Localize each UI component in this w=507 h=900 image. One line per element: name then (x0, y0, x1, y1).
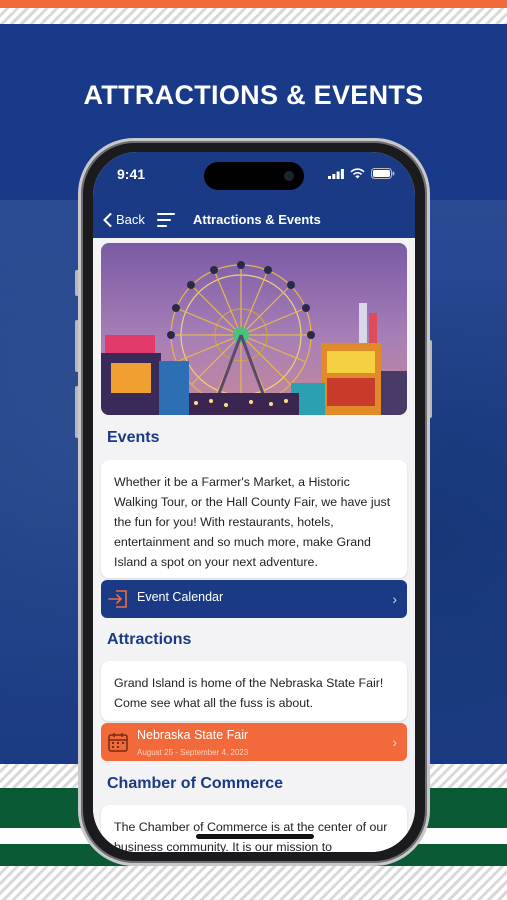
calendar-icon (108, 733, 128, 752)
chamber-card: The Chamber of Commerce is at the center… (101, 805, 407, 852)
top-orange-stripe (0, 0, 507, 8)
attractions-title: Attractions (107, 631, 192, 648)
phone-screen: 9:41 Back Attractions & Events Events Wh… (93, 152, 415, 852)
status-icons (328, 168, 395, 179)
chevron-right-icon: › (392, 734, 397, 750)
top-hatch-pattern (0, 8, 507, 24)
home-indicator[interactable] (196, 834, 314, 839)
chevron-right-icon: › (392, 591, 397, 607)
signal-icon (328, 168, 344, 179)
bottom-hatch-pattern-2 (0, 866, 507, 900)
content-scroll-area[interactable]: Events Whether it be a Farmer's Market, … (93, 238, 415, 852)
nebraska-state-fair-button[interactable]: Nebraska State Fair August 25 - Septembe… (101, 723, 407, 761)
page-headline: ATTRACTIONS & EVENTS (83, 80, 424, 110)
back-button[interactable]: Back (103, 212, 145, 227)
status-bar: 9:41 (93, 152, 415, 202)
nav-title: Attractions & Events (193, 212, 321, 227)
attractions-card: Grand Island is home of the Nebraska Sta… (101, 661, 407, 721)
events-title: Events (107, 429, 160, 446)
chevron-left-icon (103, 212, 112, 227)
event-calendar-label: Event Calendar (137, 590, 224, 604)
hero-image (101, 243, 407, 415)
nav-bar: Back Attractions & Events (93, 202, 415, 238)
chamber-title: Chamber of Commerce (107, 775, 284, 792)
wifi-icon (350, 168, 365, 179)
chamber-description: The Chamber of Commerce is at the center… (114, 820, 388, 852)
menu-icon[interactable] (157, 213, 175, 227)
nebraska-state-fair-dates: August 25 - September 4, 2023 (137, 748, 249, 757)
events-description: Whether it be a Farmer's Market, a Histo… (114, 475, 391, 569)
enter-icon (108, 590, 127, 608)
dynamic-island (204, 162, 304, 190)
status-time: 9:41 (117, 166, 146, 182)
nebraska-state-fair-label: Nebraska State Fair (137, 728, 249, 742)
battery-icon (371, 168, 395, 179)
event-calendar-button[interactable]: Event Calendar › (101, 580, 407, 618)
attractions-description: Grand Island is home of the Nebraska Sta… (114, 676, 384, 710)
events-card: Whether it be a Farmer's Market, a Histo… (101, 460, 407, 578)
back-label: Back (116, 212, 145, 227)
